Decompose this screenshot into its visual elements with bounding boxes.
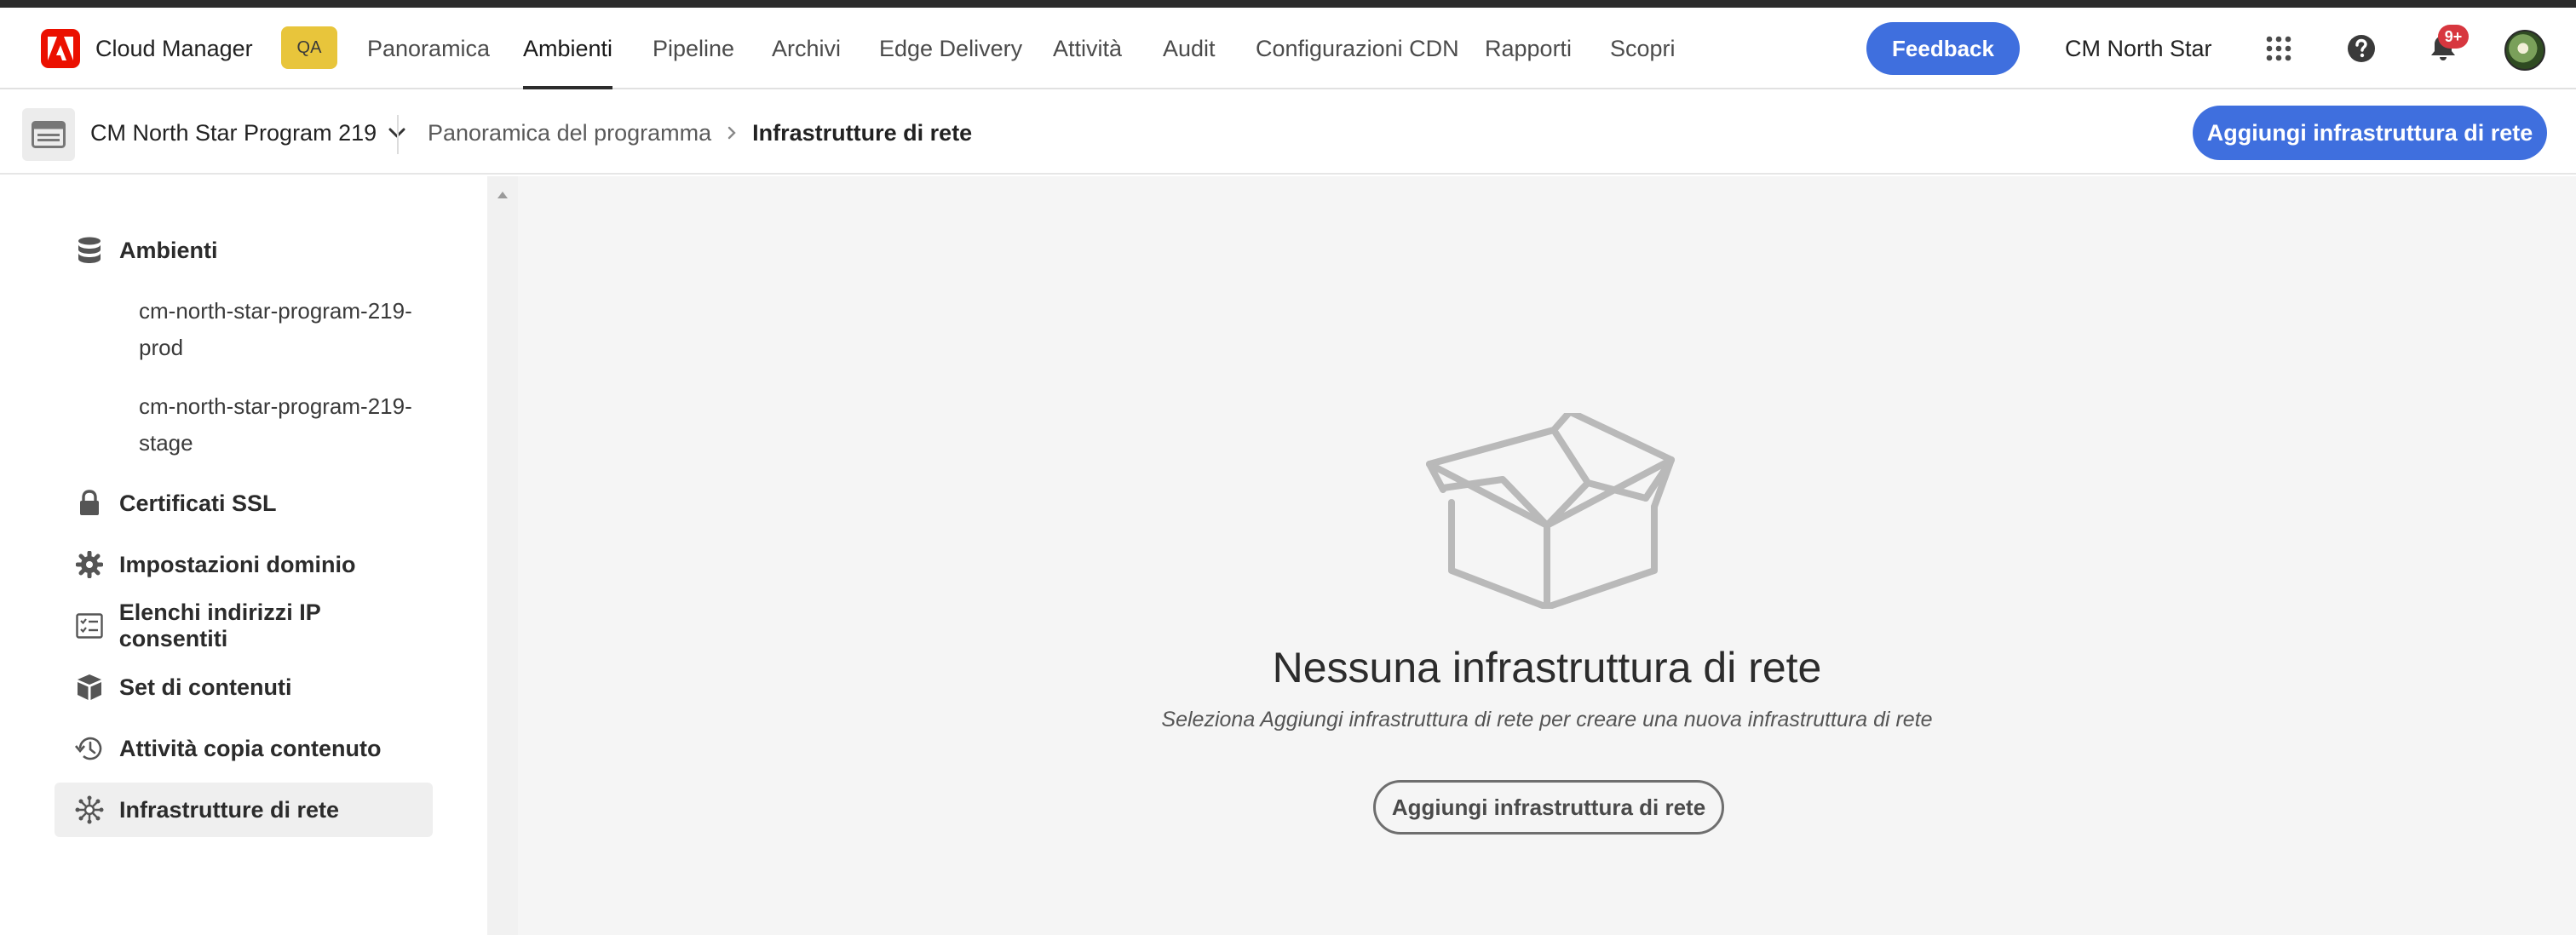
brand[interactable]: Cloud Manager (41, 29, 253, 68)
add-network-infrastructure-empty-button[interactable]: Aggiungi infrastruttura di rete (1373, 780, 1724, 835)
add-network-infrastructure-button[interactable]: Aggiungi infrastruttura di rete (2193, 106, 2547, 160)
chevron-right-icon (727, 125, 737, 141)
nav-item-scopri[interactable]: Scopri (1610, 8, 1676, 89)
sidebar-item-label: Elenchi indirizzi IP consentiti (118, 599, 321, 651)
top-navigation: Cloud Manager QA Panoramica Ambienti Pip… (0, 8, 2576, 89)
boxes-icon (75, 673, 104, 702)
main-content: Nessuna infrastruttura di rete Seleziona… (518, 176, 2576, 935)
sidebar: Ambienti cm-north-star-program-219- prod… (0, 176, 487, 935)
feedback-button[interactable]: Feedback (1866, 22, 2020, 75)
environment-badge: QA (281, 26, 337, 69)
scroll-up-arrow-icon[interactable] (487, 185, 518, 205)
program-switcher[interactable]: CM North Star Program 219 (90, 91, 405, 175)
nav-item-audit[interactable]: Audit (1163, 8, 1216, 89)
database-icon (75, 236, 104, 265)
breadcrumb: Panoramica del programma Infrastrutture … (428, 91, 972, 175)
sidebar-item-impostazioni-dominio[interactable]: Impostazioni dominio (55, 537, 433, 592)
app-name: Cloud Manager (95, 35, 253, 61)
sidebar-item-elenchi-ip[interactable]: Elenchi indirizzi IP consentiti (55, 599, 433, 653)
network-icon (75, 795, 104, 824)
avatar[interactable] (2504, 30, 2545, 71)
sidebar-item-ambienti[interactable]: Ambienti (55, 223, 433, 278)
sidebar-item-label: Impostazioni dominio (119, 551, 356, 577)
org-switcher[interactable]: CM North Star (2065, 8, 2212, 89)
nav-item-ambienti[interactable]: Ambienti (523, 8, 613, 89)
sidebar-item-label: Certificati SSL (119, 490, 277, 516)
environment-link-stage[interactable]: cm-north-star-program-219- stage (139, 388, 428, 462)
empty-state-description: Seleziona Aggiungi infrastruttura di ret… (1161, 708, 1933, 731)
sidebar-item-infrastrutture-di-rete[interactable]: Infrastrutture di rete (55, 783, 433, 837)
environment-link-prod[interactable]: cm-north-star-program-219- prod (139, 293, 428, 366)
gear-icon (75, 550, 104, 579)
window-top-strip (0, 0, 2576, 8)
history-icon (75, 734, 104, 763)
adobe-logo-icon (41, 29, 80, 68)
sidebar-scrollbar[interactable] (487, 176, 518, 935)
notification-count-badge: 9+ (2438, 25, 2469, 49)
nav-item-panoramica[interactable]: Panoramica (367, 8, 490, 89)
nav-item-attivita[interactable]: Attività (1053, 8, 1122, 89)
sidebar-item-certificati-ssl[interactable]: Certificati SSL (55, 476, 433, 531)
program-header: CM North Star Program 219 Panoramica del… (0, 91, 2576, 175)
nav-item-pipeline[interactable]: Pipeline (653, 8, 734, 89)
nav-item-archivi[interactable]: Archivi (772, 8, 841, 89)
help-icon[interactable] (2344, 32, 2378, 66)
program-icon (22, 108, 75, 161)
nav-item-edge-delivery[interactable]: Edge Delivery (879, 8, 1022, 89)
breadcrumb-current: Infrastrutture di rete (752, 119, 973, 146)
empty-box-icon (1426, 405, 1682, 611)
program-name: CM North Star Program 219 (90, 119, 377, 146)
lock-icon (75, 489, 104, 518)
sidebar-item-attivita-copia-contenuto[interactable]: Attività copia contenuto (55, 721, 433, 776)
checklist-icon (75, 611, 104, 640)
sidebar-item-label: Ambienti (119, 237, 218, 263)
sidebar-item-label: Set di contenuti (119, 674, 292, 700)
sidebar-item-label: Attività copia contenuto (119, 735, 382, 761)
apps-grid-icon[interactable] (2262, 32, 2296, 66)
nav-item-configurazioni-cdn[interactable]: Configurazioni CDN (1256, 8, 1459, 89)
nav-item-rapporti[interactable]: Rapporti (1485, 8, 1572, 89)
sidebar-item-label: Infrastrutture di rete (119, 796, 340, 823)
breadcrumb-program-overview[interactable]: Panoramica del programma (428, 120, 711, 146)
empty-state-title: Nessuna infrastruttura di rete (1272, 644, 1822, 691)
sidebar-item-set-di-contenuti[interactable]: Set di contenuti (55, 660, 433, 714)
header-divider (397, 115, 399, 154)
